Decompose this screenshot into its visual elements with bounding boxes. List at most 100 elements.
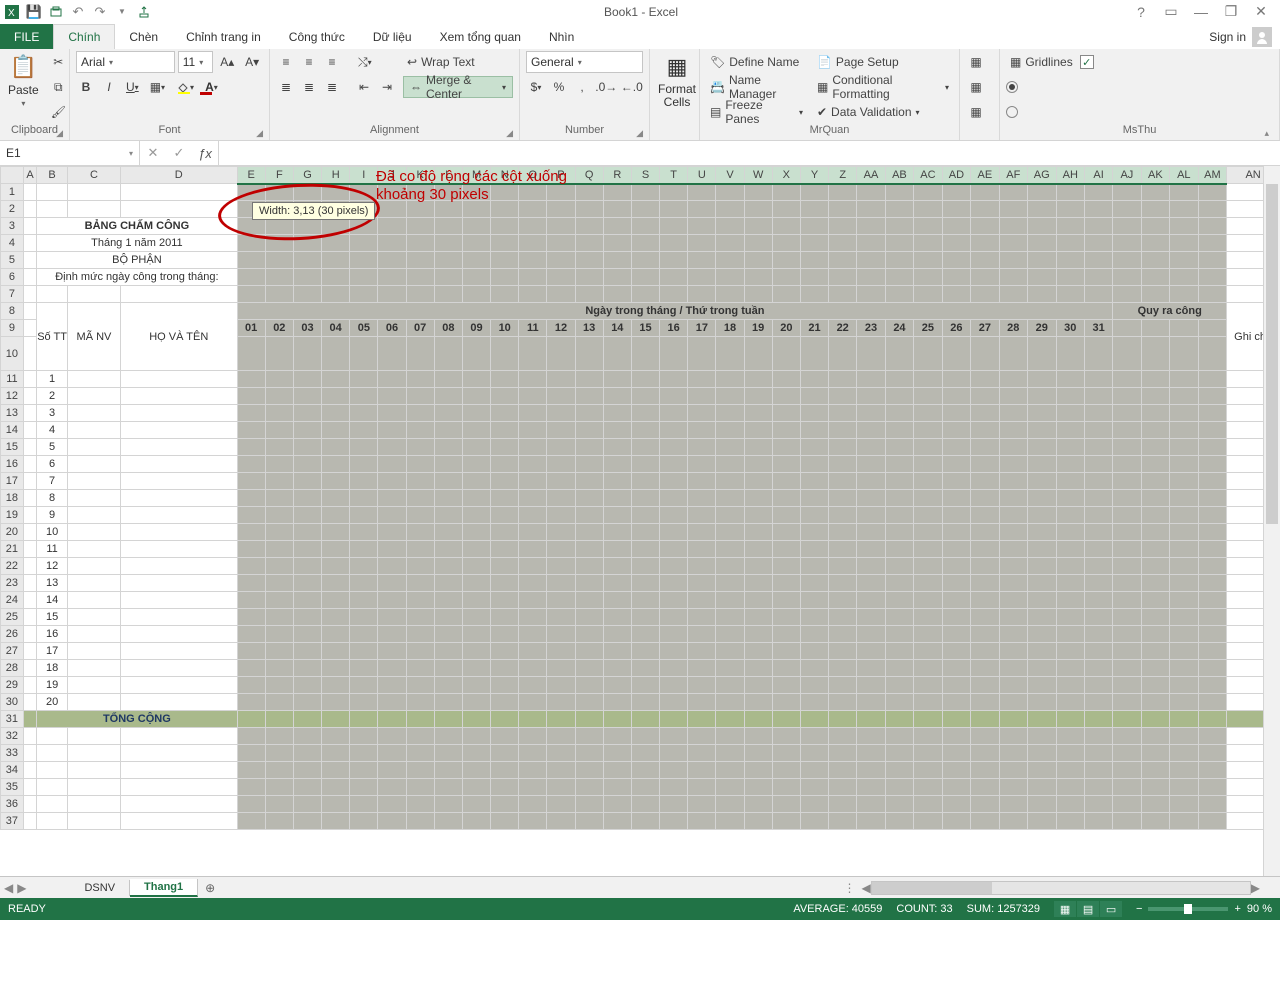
cell[interactable] [1085,405,1113,422]
cell[interactable] [1170,320,1198,337]
cell[interactable] [1141,439,1170,456]
cell[interactable] [575,541,603,558]
cell[interactable] [1056,575,1085,592]
select-all[interactable] [1,167,24,184]
cell[interactable] [120,779,237,796]
name-box[interactable]: E1 ▾ [0,141,140,165]
cell[interactable] [23,660,36,677]
cell[interactable]: 02 [265,320,293,337]
cell[interactable] [800,184,828,201]
cell[interactable] [631,575,659,592]
cell[interactable] [1141,592,1170,609]
cell[interactable] [120,388,237,405]
cell[interactable] [23,779,36,796]
cell[interactable] [1113,626,1141,643]
zoom-out-icon[interactable]: − [1136,903,1142,915]
cell[interactable] [1027,643,1056,660]
cell[interactable] [603,439,631,456]
cell[interactable] [631,422,659,439]
cell[interactable] [829,201,857,218]
cell[interactable] [237,677,265,694]
cell[interactable] [1198,762,1227,779]
cell[interactable] [971,575,999,592]
cut-icon[interactable]: ✂ [47,51,70,73]
cell[interactable] [406,405,434,422]
cell[interactable] [1198,592,1227,609]
cell[interactable] [406,643,434,660]
increase-font-icon[interactable]: A▴ [216,51,238,73]
cell[interactable] [885,422,913,439]
increase-decimal-icon[interactable]: .0→ [595,76,618,98]
cell[interactable] [462,762,490,779]
cell[interactable] [350,490,378,507]
cell[interactable] [772,456,800,473]
cell[interactable] [800,711,828,728]
copy-icon[interactable]: ⧉ [47,76,70,98]
cell[interactable] [293,422,321,439]
cell[interactable] [1198,626,1227,643]
cell[interactable] [293,643,321,660]
cell[interactable] [603,286,631,303]
cell[interactable] [350,473,378,490]
cell[interactable] [716,456,744,473]
cell[interactable] [914,745,943,762]
cell[interactable] [1170,405,1198,422]
cell[interactable] [772,796,800,813]
cell[interactable] [716,694,744,711]
cell[interactable] [378,694,406,711]
cell[interactable] [631,813,659,830]
cell[interactable] [688,405,716,422]
cell[interactable] [716,405,744,422]
cell[interactable] [1113,201,1141,218]
cell[interactable] [716,779,744,796]
cell[interactable] [688,745,716,762]
cell[interactable] [322,558,350,575]
tab-insert[interactable]: Chèn [115,24,172,49]
cell[interactable] [1113,728,1141,745]
cell[interactable] [406,558,434,575]
cell[interactable] [772,337,800,371]
cell[interactable] [237,796,265,813]
cell[interactable] [744,269,772,286]
cell[interactable] [406,575,434,592]
cell[interactable] [716,490,744,507]
cell[interactable]: Ngày trong tháng / Thứ trong tuần [237,303,1113,320]
cell[interactable] [716,745,744,762]
cell[interactable] [971,235,999,252]
cell[interactable] [631,762,659,779]
cell[interactable] [462,796,490,813]
cell[interactable] [688,524,716,541]
cell[interactable] [350,779,378,796]
merge-center-button[interactable]: ⇔Merge & Center ▾ [403,76,513,98]
cell[interactable] [378,490,406,507]
cell[interactable] [800,507,828,524]
cell[interactable] [688,218,716,235]
cell[interactable] [1198,813,1227,830]
split-handle-icon[interactable]: ⋮ [844,881,856,895]
cell[interactable] [519,711,547,728]
cell[interactable] [322,728,350,745]
cell[interactable] [322,337,350,371]
cell[interactable] [716,269,744,286]
cell[interactable] [67,694,120,711]
cell[interactable] [1085,371,1113,388]
cell[interactable]: 11 [519,320,547,337]
cell[interactable] [688,558,716,575]
cell[interactable] [1170,762,1198,779]
cell[interactable] [350,439,378,456]
cell[interactable] [23,643,36,660]
cell[interactable] [378,643,406,660]
cell[interactable] [237,609,265,626]
namebox-dropdown-icon[interactable]: ▾ [129,149,133,158]
cell[interactable] [1056,388,1085,405]
cell[interactable] [1141,388,1170,405]
cell[interactable] [378,626,406,643]
cell[interactable] [67,371,120,388]
cell[interactable] [603,269,631,286]
cell[interactable] [914,235,943,252]
cell[interactable]: 26 [942,320,971,337]
cell[interactable] [23,762,36,779]
cell[interactable] [885,541,913,558]
cell[interactable] [575,813,603,830]
cell[interactable] [885,779,913,796]
